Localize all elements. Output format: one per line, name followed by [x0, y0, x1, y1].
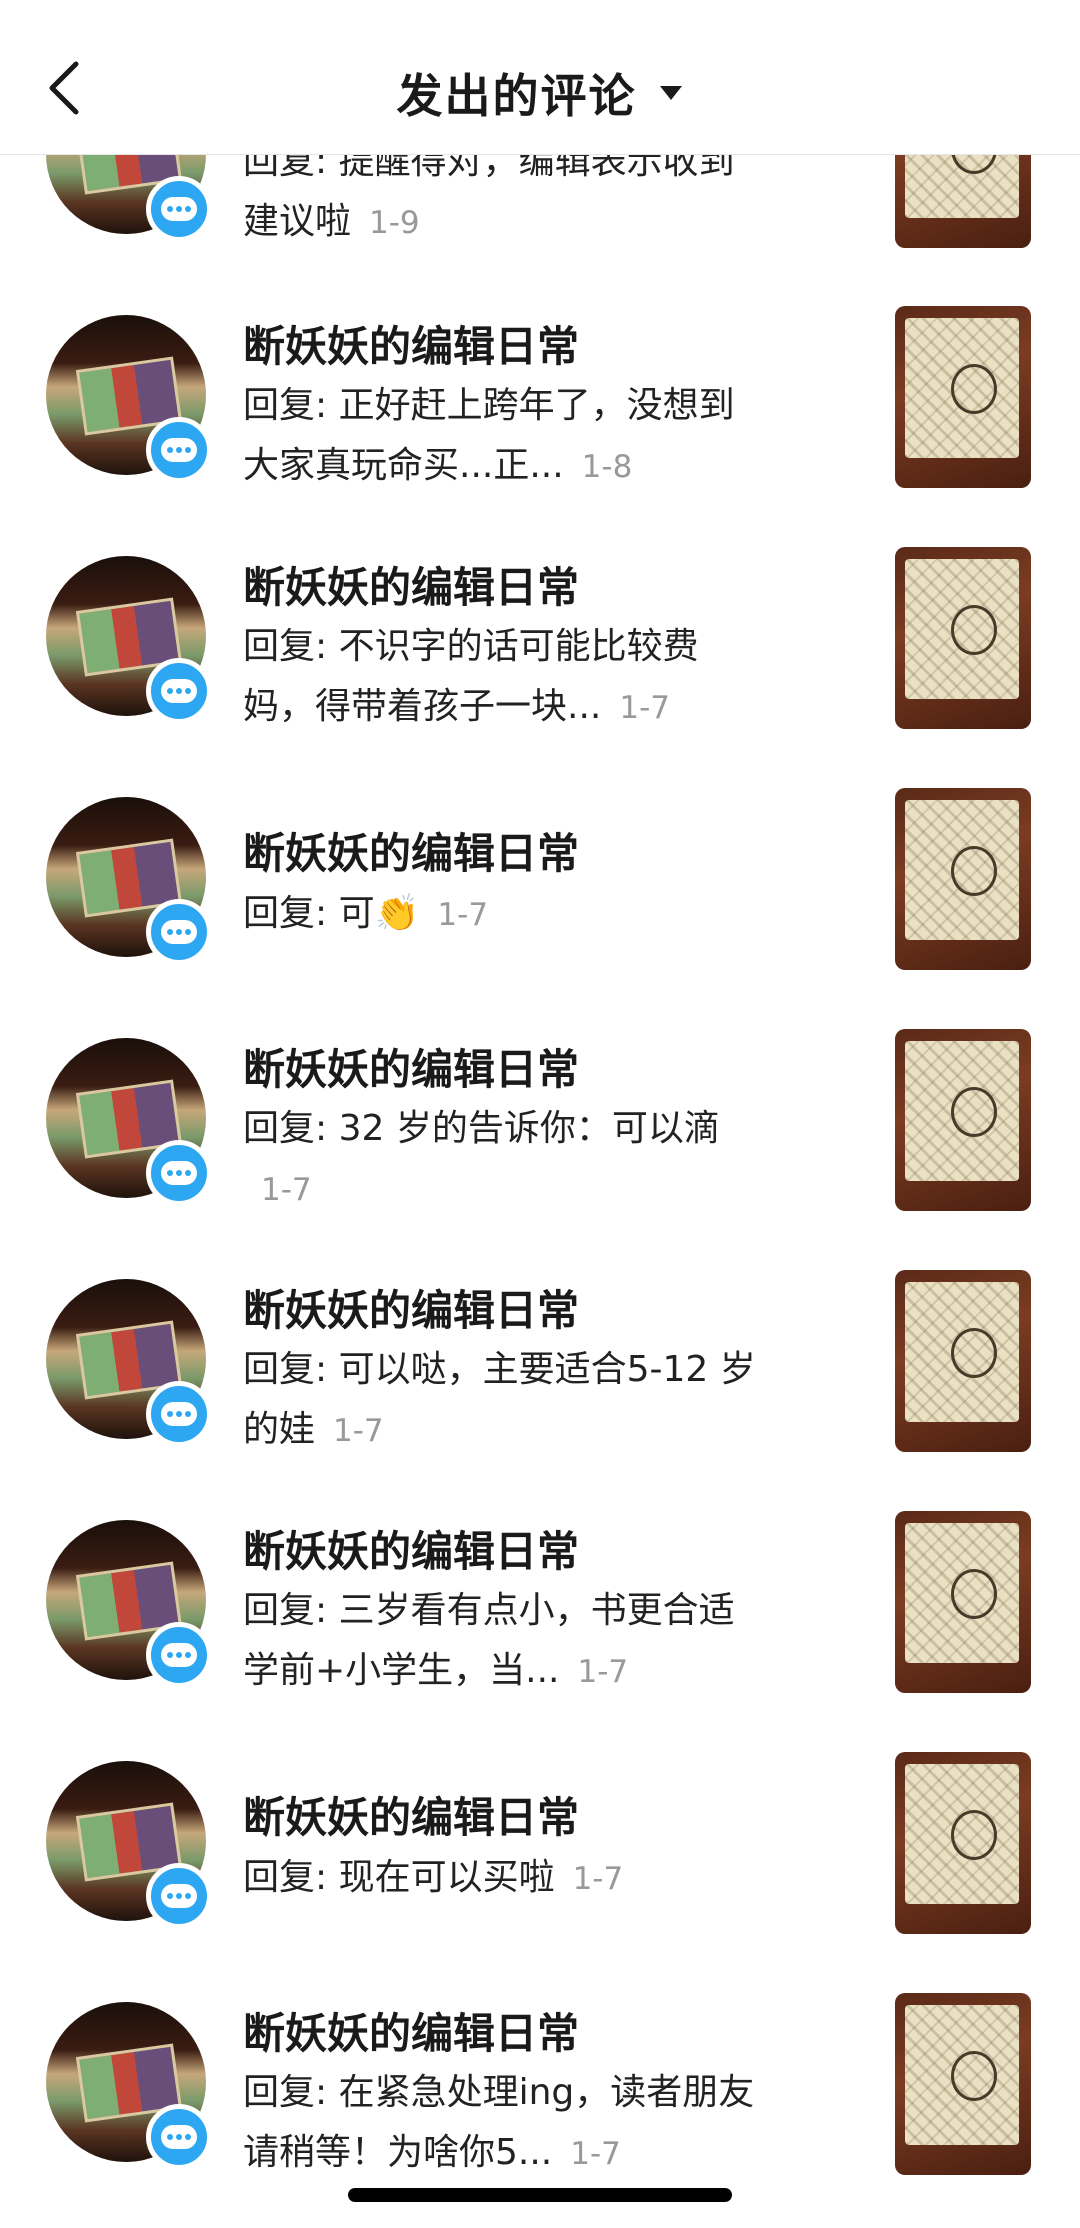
comment-date: 1-7 [619, 690, 670, 726]
comment-item[interactable]: 断妖妖的编辑日常 回复: 32 岁的告诉你：可以滴1-7 [0, 1023, 1080, 1264]
comment-bubble-icon [146, 1381, 212, 1447]
commenter-name: 断妖妖的编辑日常 [243, 1793, 580, 1842]
comment-bubble-icon [146, 1622, 212, 1688]
title-area[interactable]: 发出的评论 [0, 60, 1080, 126]
comment-date: 1-7 [437, 897, 489, 933]
comment-text: 回复: 现在可以买啦 1-7 [243, 1857, 624, 1898]
comment-date: 1-8 [581, 449, 633, 485]
comment-bubble-icon [146, 1140, 212, 1206]
post-thumbnail[interactable] [895, 306, 1031, 488]
comment-item[interactable]: 断妖妖的编辑日常 回复: 正好赶上跨年了，没想到大家真玩命买...正... 1-8 [0, 300, 1080, 541]
page-title: 发出的评论 [396, 69, 637, 123]
comment-date: 1-7 [261, 1172, 312, 1208]
post-thumbnail[interactable] [895, 547, 1031, 729]
comment-bubble-icon [146, 899, 212, 965]
commenter-name: 断妖妖的编辑日常 [243, 1286, 580, 1335]
commenter-name: 断妖妖的编辑日常 [243, 1045, 580, 1094]
comment-text: 回复: 不识字的话可能比较费妈，得带着孩子一块... 1-7 [243, 626, 699, 727]
comment-text: 回复: 三岁看有点小，书更合适学前+小学生，当... 1-7 [243, 1590, 735, 1691]
home-indicator [348, 2188, 732, 2202]
post-thumbnail[interactable] [895, 1993, 1031, 2175]
comment-date: 1-7 [577, 1654, 629, 1690]
comment-text: 回复: 32 岁的告诉你：可以滴1-7 [243, 1108, 720, 1208]
caret-down-icon[interactable] [658, 84, 684, 102]
comment-bubble-icon [146, 176, 212, 242]
comment-date: 1-7 [570, 2136, 621, 2172]
comment-item[interactable]: 断妖妖的编辑日常 回复: 三岁看有点小，书更合适学前+小学生，当... 1-7 [0, 1505, 1080, 1746]
comment-item[interactable]: 断妖妖的编辑日常 回复: 可👏 1-7 [0, 782, 1080, 1023]
post-thumbnail[interactable] [895, 1752, 1031, 1934]
comment-item[interactable]: 断妖妖的编辑日常 回复: 不识字的话可能比较费妈，得带着孩子一块... 1-7 [0, 541, 1080, 782]
commenter-name: 断妖妖的编辑日常 [243, 2009, 580, 2058]
comment-bubble-icon [146, 417, 212, 483]
comment-bubble-icon [146, 2104, 212, 2170]
post-thumbnail[interactable] [895, 788, 1031, 970]
comment-text: 回复: 可以哒，主要适合5-12 岁的娃 1-7 [243, 1349, 756, 1450]
comment-text: 回复: 在紧急处理ing，读者朋友请稍等！为啥你5... 1-7 [243, 2072, 755, 2173]
comment-bubble-icon [146, 658, 212, 724]
commenter-name: 断妖妖的编辑日常 [243, 322, 580, 371]
top-nav-bar: 发出的评论 [0, 0, 1080, 155]
comment-text: 回复: 正好赶上跨年了，没想到大家真玩命买...正... 1-8 [243, 385, 735, 486]
post-thumbnail[interactable] [895, 1270, 1031, 1452]
commenter-name: 断妖妖的编辑日常 [243, 1527, 580, 1576]
post-thumbnail[interactable] [895, 1029, 1031, 1211]
post-thumbnail[interactable] [895, 1511, 1031, 1693]
comment-text: 回复: 可👏 1-7 [243, 893, 489, 934]
comment-item[interactable]: 断妖妖的编辑日常 回复: 可以哒，主要适合5-12 岁的娃 1-7 [0, 1264, 1080, 1505]
comment-date: 1-9 [369, 205, 420, 241]
commenter-name: 断妖妖的编辑日常 [243, 829, 580, 878]
comment-bubble-icon [146, 1863, 212, 1929]
comment-date: 1-7 [572, 1861, 624, 1897]
comment-item[interactable]: 断妖妖的编辑日常 回复: 现在可以买啦 1-7 [0, 1746, 1080, 1987]
comment-date: 1-7 [333, 1413, 384, 1449]
commenter-name: 断妖妖的编辑日常 [243, 563, 580, 612]
